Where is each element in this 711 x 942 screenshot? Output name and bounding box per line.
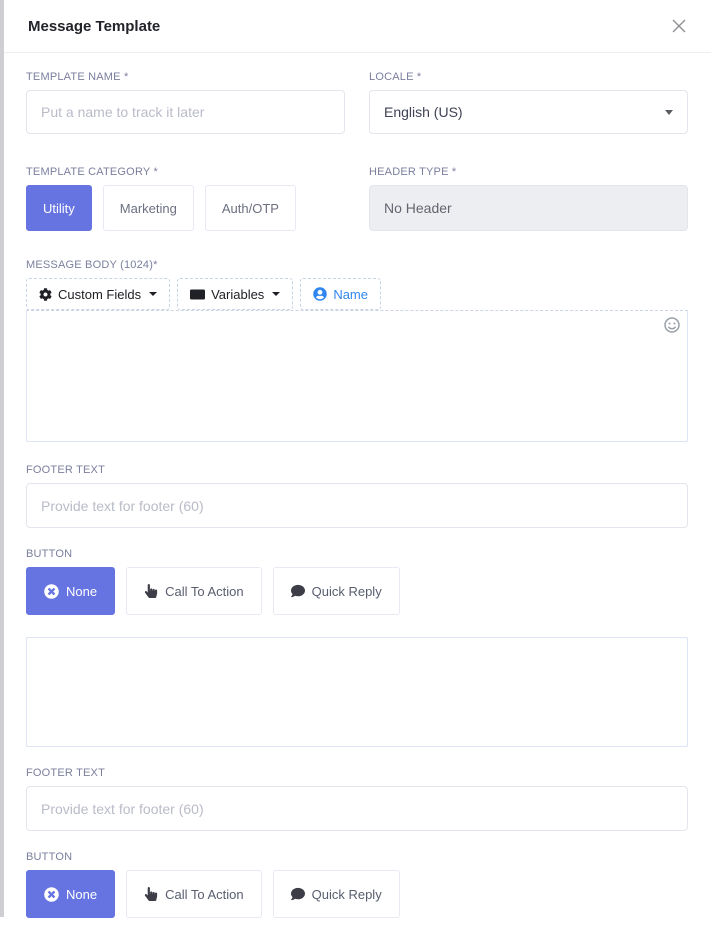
button-quick-reply-label: Quick Reply [312, 584, 382, 599]
header-type-field: No Header [369, 185, 688, 231]
template-category-label: TEMPLATE CATEGORY * [26, 166, 345, 178]
footer-text-input[interactable] [26, 483, 688, 528]
button-label: BUTTON [26, 548, 688, 560]
message-body-textarea[interactable] [26, 310, 688, 442]
close-icon[interactable] [669, 16, 689, 36]
button-call-to-action-label: Call To Action [165, 584, 244, 599]
keyboard-icon [190, 287, 205, 302]
button-quick-reply-label-2: Quick Reply [312, 887, 382, 902]
template-name-input[interactable] [26, 90, 345, 134]
hand-pointer-icon [144, 584, 158, 598]
button-none-label: None [66, 584, 97, 599]
times-circle-icon [44, 887, 59, 902]
comment-icon [291, 887, 305, 901]
custom-fields-label: Custom Fields [58, 287, 141, 302]
smiley-icon[interactable] [664, 317, 680, 333]
custom-fields-dropdown-button[interactable]: Custom Fields [26, 278, 170, 310]
variables-dropdown-button[interactable]: Variables [177, 278, 293, 310]
button-quick-reply-button-2[interactable]: Quick Reply [273, 870, 400, 918]
caret-down-icon [665, 110, 673, 115]
button-none-button[interactable]: None [26, 567, 115, 615]
locale-label: LOCALE * [369, 71, 688, 83]
caret-down-icon [272, 292, 280, 296]
category-utility-button[interactable]: Utility [26, 185, 92, 231]
category-marketing-button[interactable]: Marketing [103, 185, 194, 231]
button-quick-reply-button[interactable]: Quick Reply [273, 567, 400, 615]
footer-text-input-2[interactable] [26, 786, 688, 831]
comment-icon [291, 584, 305, 598]
locale-select[interactable]: English (US) [369, 90, 688, 134]
modal-body: TEMPLATE NAME * LOCALE * English (US) TE… [4, 53, 711, 942]
template-name-label: TEMPLATE NAME * [26, 71, 345, 83]
message-body-textarea-2[interactable] [26, 637, 688, 747]
message-body-toolbar: Custom Fields Variables Name [26, 278, 688, 310]
modal-header: Message Template [4, 0, 711, 53]
header-type-label: HEADER TYPE * [369, 166, 688, 178]
message-template-modal: Message Template TEMPLATE NAME * LOCALE … [4, 0, 711, 942]
times-circle-icon [44, 584, 59, 599]
locale-selected-value: English (US) [384, 104, 463, 120]
hand-pointer-icon [144, 887, 158, 901]
button-call-to-action-button-2[interactable]: Call To Action [126, 870, 262, 918]
message-body-label: MESSAGE BODY (1024)* [26, 259, 688, 271]
gear-icon [39, 288, 52, 301]
backdrop-edge [0, 0, 4, 917]
user-circle-icon [313, 287, 327, 301]
footer-text-label-2: FOOTER TEXT [26, 767, 688, 779]
footer-text-label: FOOTER TEXT [26, 464, 688, 476]
button-call-to-action-label-2: Call To Action [165, 887, 244, 902]
name-variable-button[interactable]: Name [300, 278, 381, 310]
button-label-2: BUTTON [26, 851, 688, 863]
category-auth-otp-button[interactable]: Auth/OTP [205, 185, 296, 231]
button-call-to-action-button[interactable]: Call To Action [126, 567, 262, 615]
button-none-button-2[interactable]: None [26, 870, 115, 918]
caret-down-icon [149, 292, 157, 296]
modal-title: Message Template [28, 18, 160, 35]
button-none-label-2: None [66, 887, 97, 902]
name-variable-label: Name [333, 287, 368, 302]
variables-label: Variables [211, 287, 264, 302]
